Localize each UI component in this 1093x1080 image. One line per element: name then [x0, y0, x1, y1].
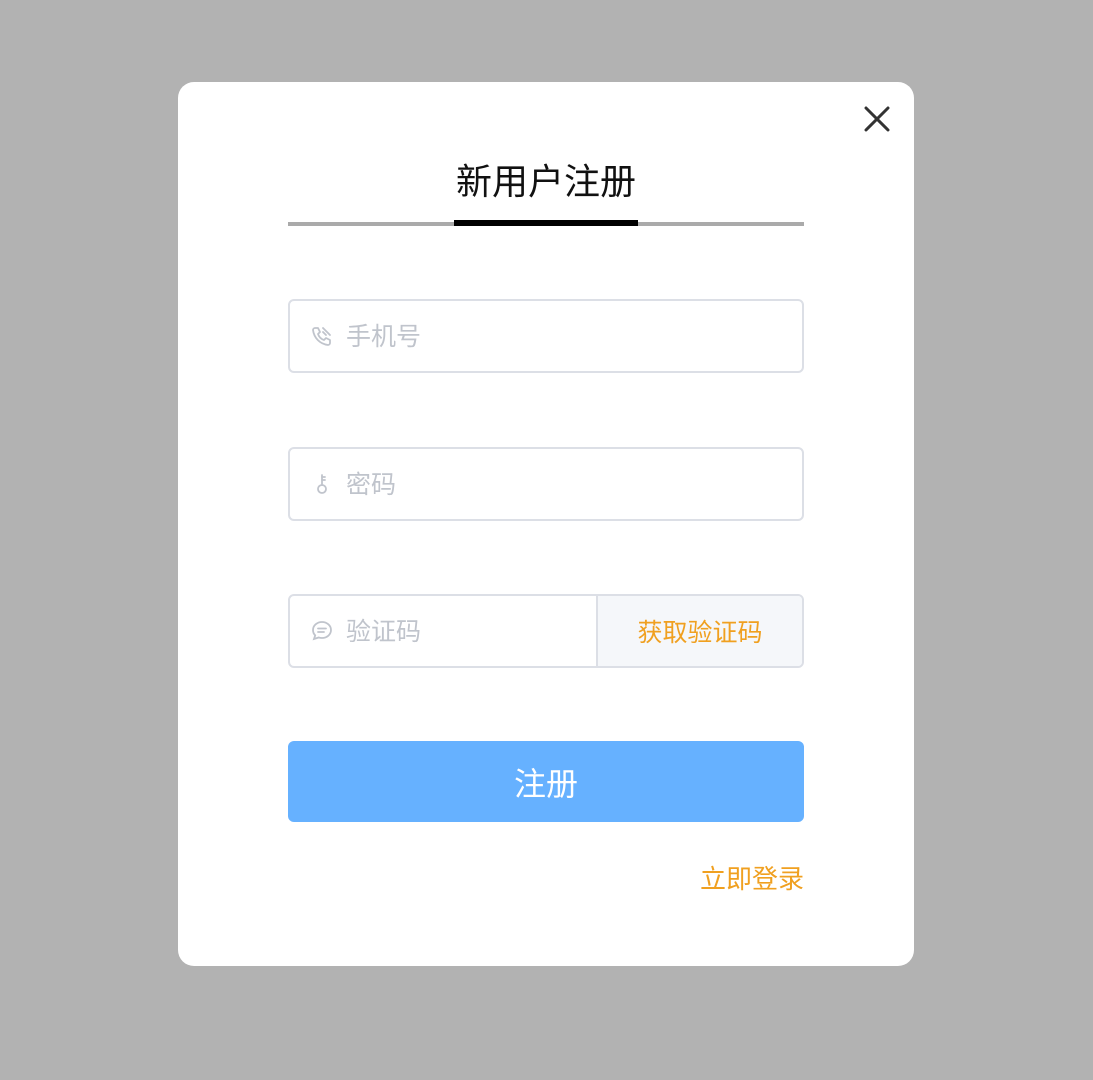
- phone-input[interactable]: [346, 301, 802, 371]
- close-icon: [864, 106, 890, 132]
- tab-register[interactable]: 新用户注册: [454, 158, 638, 226]
- verification-code-input[interactable]: [346, 596, 596, 666]
- login-link[interactable]: 立即登录: [700, 859, 804, 896]
- key-icon: [310, 472, 334, 496]
- phone-field: [288, 299, 804, 373]
- register-dialog: 新用户注册 手机号 验证码 获取验证码 注册 立即登录: [178, 82, 914, 966]
- password-field: [288, 447, 804, 521]
- get-code-button-label: 获取验证码: [637, 618, 763, 647]
- get-code-button[interactable]: 获取验证码: [596, 596, 802, 666]
- register-button-label: 注册: [513, 764, 578, 803]
- login-link-label: 立即登录: [699, 865, 804, 895]
- phone-icon: [310, 324, 334, 348]
- close-button[interactable]: [862, 104, 892, 134]
- password-input[interactable]: [346, 449, 802, 519]
- tab-active-indicator: [454, 220, 638, 226]
- tab-register-label: 新用户注册: [455, 162, 636, 203]
- register-button[interactable]: 注册: [288, 741, 804, 822]
- verification-code-field: 获取验证码: [288, 594, 804, 668]
- tab-bar: 新用户注册: [288, 158, 804, 226]
- message-icon: [310, 619, 334, 643]
